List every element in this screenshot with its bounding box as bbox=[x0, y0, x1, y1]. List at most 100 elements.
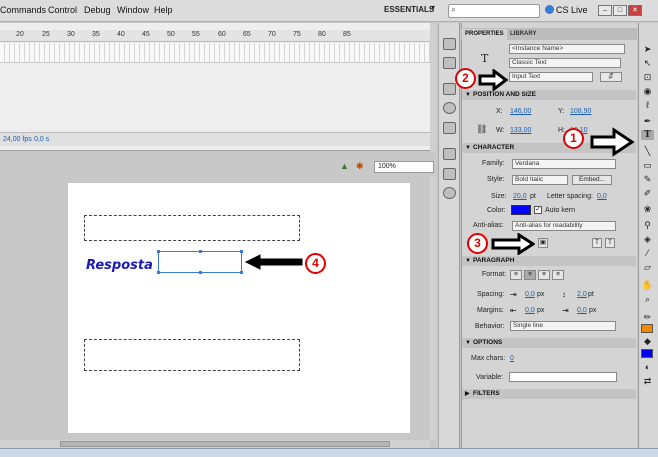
selection-handle[interactable] bbox=[240, 250, 243, 253]
deco-tool-icon[interactable]: ❀ bbox=[641, 204, 654, 214]
stroke-color-swatch[interactable] bbox=[641, 324, 653, 333]
selected-input-text-field[interactable] bbox=[158, 251, 242, 273]
color-panel-icon[interactable] bbox=[443, 38, 456, 50]
fps-value[interactable]: 24,00 fps bbox=[3, 136, 32, 143]
timeline-scrollbar[interactable] bbox=[430, 23, 436, 151]
maximize-button[interactable]: □ bbox=[613, 5, 627, 16]
text-tool-icon[interactable]: T bbox=[641, 130, 654, 140]
max-chars-value[interactable]: 0 bbox=[510, 355, 514, 362]
w-value[interactable]: 133,00 bbox=[510, 127, 531, 134]
behavior-select[interactable]: Single line bbox=[510, 321, 616, 331]
selection-handle[interactable] bbox=[240, 271, 243, 274]
brush-tool-icon[interactable]: ✐ bbox=[641, 188, 654, 198]
variable-input[interactable] bbox=[509, 372, 617, 382]
right-margin-value[interactable]: 0,0 bbox=[577, 307, 587, 314]
cs-live-button[interactable]: CS Live bbox=[556, 5, 588, 15]
motion-presets-icon[interactable] bbox=[443, 168, 456, 180]
selection-handle[interactable] bbox=[157, 250, 160, 253]
stroke-color-icon[interactable]: ✏ bbox=[641, 312, 654, 322]
timeline-frames[interactable] bbox=[0, 43, 430, 63]
align-center-button[interactable]: ≡ bbox=[524, 270, 536, 280]
section-filters[interactable]: ▶ FILTERS bbox=[462, 389, 636, 399]
anti-alias-select[interactable]: Anti-alias for readability bbox=[512, 221, 616, 231]
hand-tool-icon[interactable]: ✋ bbox=[641, 280, 654, 290]
fill-color-swatch[interactable] bbox=[641, 349, 653, 358]
text-type-select[interactable]: Input Text bbox=[509, 72, 593, 82]
lasso-tool-icon[interactable]: ℓ bbox=[641, 100, 654, 110]
text-field-bottom[interactable] bbox=[84, 339, 300, 371]
instance-name-field[interactable]: <Instance Name> bbox=[509, 44, 625, 54]
pen-tool-icon[interactable]: ✒ bbox=[641, 116, 654, 126]
minimize-button[interactable]: – bbox=[598, 5, 612, 16]
swatches-panel-icon[interactable] bbox=[443, 57, 456, 69]
stage-label-resposta[interactable]: Resposta bbox=[86, 258, 153, 273]
search-input[interactable] bbox=[448, 4, 540, 18]
subselection-tool-icon[interactable]: ↖ bbox=[641, 58, 654, 68]
line-spacing-value[interactable]: 2,0 bbox=[577, 291, 587, 298]
justify-button[interactable]: ≡ bbox=[552, 270, 564, 280]
bone-tool-icon[interactable]: ⚲ bbox=[641, 220, 654, 230]
info-panel-icon[interactable] bbox=[443, 102, 456, 114]
tab-library[interactable]: LIBRARY bbox=[507, 29, 539, 40]
stage-vertical-scrollbar[interactable] bbox=[430, 176, 436, 440]
menu-help[interactable]: Help bbox=[154, 5, 173, 15]
superscript-button[interactable]: T bbox=[592, 238, 602, 248]
selection-handle[interactable] bbox=[157, 271, 160, 274]
close-button[interactable]: ✕ bbox=[628, 5, 642, 16]
text-engine-select[interactable]: Classic Text bbox=[509, 58, 621, 68]
section-position-size[interactable]: ▼ POSITION AND SIZE bbox=[462, 90, 636, 100]
zoom-select[interactable]: 100% bbox=[374, 161, 434, 173]
components-panel-icon[interactable] bbox=[443, 148, 456, 160]
paint-bucket-tool-icon[interactable]: ◈ bbox=[641, 234, 654, 244]
eraser-tool-icon[interactable]: ▱ bbox=[641, 262, 654, 272]
free-transform-tool-icon[interactable]: ⊡ bbox=[641, 72, 654, 82]
size-value[interactable]: 20,0 bbox=[513, 193, 527, 200]
ruler-tick: 70 bbox=[268, 31, 276, 38]
pencil-tool-icon[interactable]: ✎ bbox=[641, 174, 654, 184]
black-white-icon[interactable]: ◐ bbox=[641, 362, 654, 372]
embed-button[interactable]: Embed... bbox=[572, 175, 612, 185]
fill-color-icon[interactable]: ◆ bbox=[641, 336, 654, 346]
menu-commands[interactable]: Commands bbox=[0, 5, 46, 15]
section-options[interactable]: ▼ OPTIONS bbox=[462, 338, 636, 348]
scrollbar-thumb[interactable] bbox=[60, 441, 390, 447]
ruler-tick: 45 bbox=[142, 31, 150, 38]
align-panel-icon[interactable] bbox=[443, 83, 456, 95]
edit-scene-icon[interactable]: ✱ bbox=[356, 161, 364, 172]
letter-spacing-value[interactable]: 0,0 bbox=[597, 193, 607, 200]
subscript-button[interactable]: T bbox=[605, 238, 615, 248]
chevron-down-icon[interactable]: ▾ bbox=[431, 3, 435, 12]
line-tool-icon[interactable]: ╲ bbox=[641, 146, 654, 156]
selection-tool-icon[interactable]: ➤ bbox=[641, 44, 654, 54]
font-family-select[interactable]: Verdana bbox=[512, 159, 616, 169]
lock-icon[interactable]: ⛓ bbox=[476, 124, 487, 135]
align-left-button[interactable]: ≡ bbox=[510, 270, 522, 280]
left-margin-value[interactable]: 0,0 bbox=[525, 307, 535, 314]
3d-rotation-tool-icon[interactable]: ◉ bbox=[641, 86, 654, 96]
selection-handle[interactable] bbox=[199, 271, 202, 274]
selection-handle[interactable] bbox=[199, 250, 202, 253]
tab-properties[interactable]: PROPERTIES bbox=[462, 29, 507, 40]
transform-panel-icon[interactable] bbox=[443, 122, 456, 134]
indent-value[interactable]: 0,0 bbox=[525, 291, 535, 298]
workspace-switcher[interactable]: ESSENTIALS bbox=[384, 5, 434, 14]
code-snippets-icon[interactable] bbox=[443, 187, 456, 199]
show-border-button[interactable]: ▣ bbox=[538, 238, 548, 248]
section-paragraph[interactable]: ▼ PARAGRAPH bbox=[462, 256, 636, 266]
rectangle-tool-icon[interactable]: ▭ bbox=[641, 160, 654, 170]
eyedropper-tool-icon[interactable]: ⁄ bbox=[641, 248, 654, 258]
align-right-button[interactable]: ≡ bbox=[538, 270, 550, 280]
font-style-select[interactable]: Bold Italic bbox=[512, 175, 568, 185]
swap-colors-icon[interactable]: ⇄ bbox=[641, 376, 654, 386]
auto-kern-checkbox[interactable]: ✓ bbox=[534, 206, 542, 214]
menu-control[interactable]: Control bbox=[48, 5, 77, 15]
menu-debug[interactable]: Debug bbox=[84, 5, 111, 15]
x-value[interactable]: 146,00 bbox=[510, 108, 531, 115]
menu-window[interactable]: Window bbox=[117, 5, 149, 15]
zoom-tool-icon[interactable]: ⌕ bbox=[641, 294, 654, 304]
orientation-button[interactable]: ⇵ bbox=[600, 72, 622, 82]
text-color-swatch[interactable] bbox=[511, 205, 531, 215]
y-value[interactable]: 108,90 bbox=[570, 108, 591, 115]
text-field-top[interactable] bbox=[84, 215, 300, 241]
edit-symbols-icon[interactable]: ▲ bbox=[340, 161, 349, 171]
